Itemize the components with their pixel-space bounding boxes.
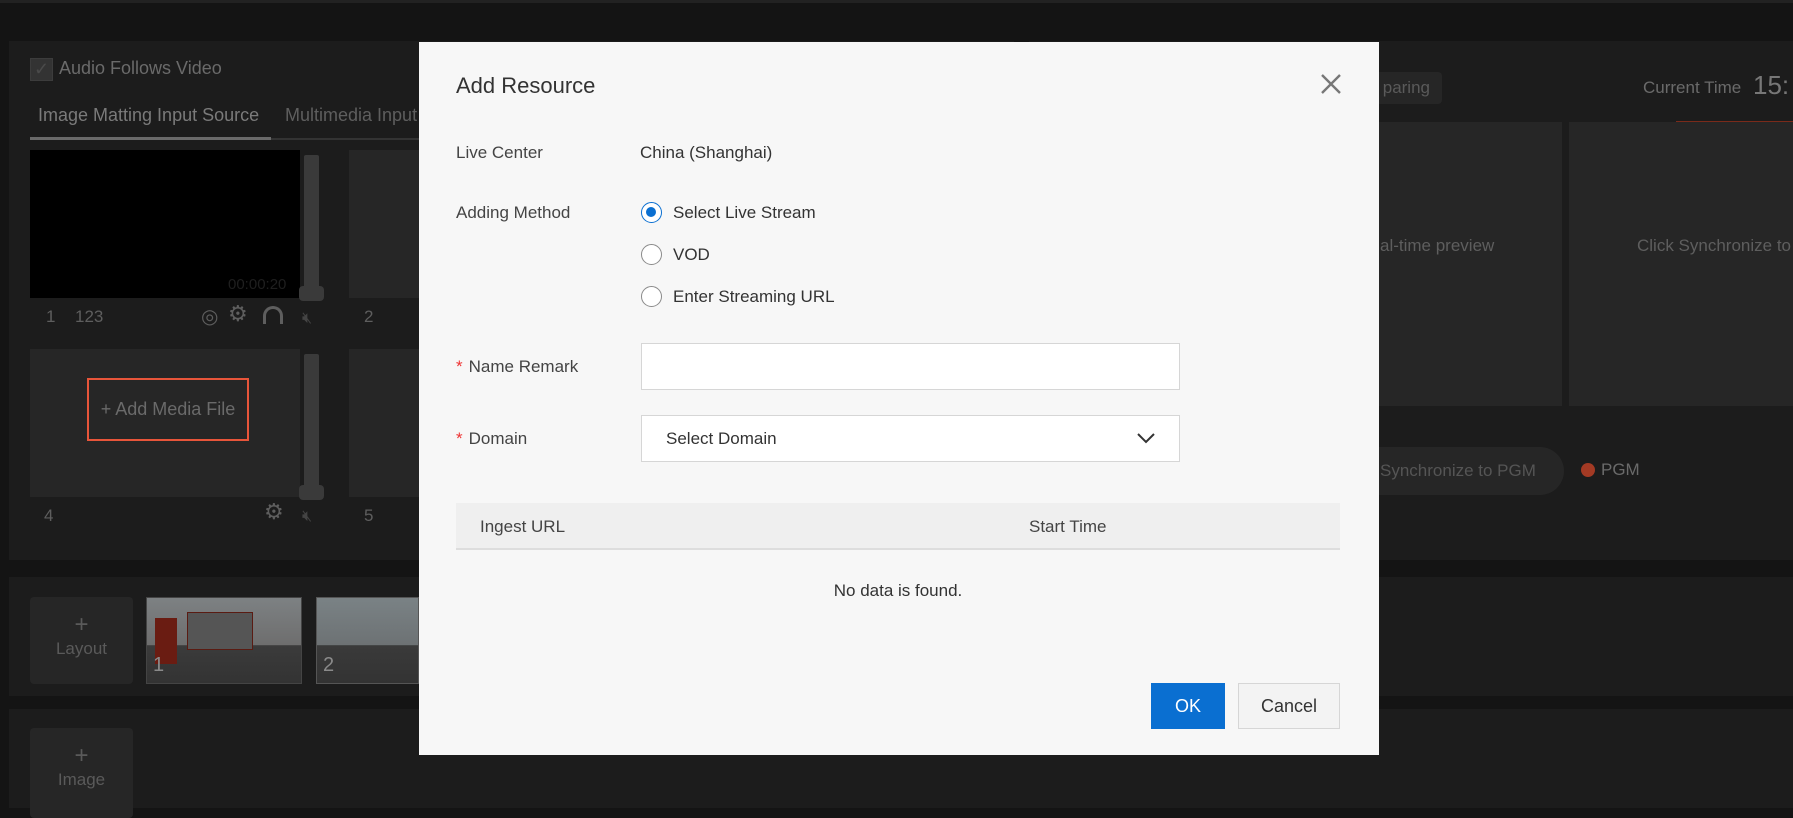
- domain-text: Domain: [468, 429, 528, 448]
- layout-thumbnail-1-label: 1: [153, 654, 165, 676]
- current-time-value: 15:: [1753, 70, 1790, 100]
- headphones-icon[interactable]: [263, 306, 283, 324]
- active-tab-indicator: [30, 137, 271, 140]
- add-layout-label: Layout: [55, 639, 108, 658]
- thumbnail-screen: [187, 612, 253, 650]
- live-center-value: China (Shanghai): [640, 143, 773, 162]
- radio-vod[interactable]: [641, 244, 662, 265]
- domain-placeholder: Select Domain: [666, 429, 777, 448]
- tile-5[interactable]: [349, 349, 429, 497]
- gear-icon[interactable]: ⚙: [264, 499, 284, 525]
- add-media-file-button[interactable]: + Add Media File: [87, 378, 249, 441]
- radio-enter-streaming-url-label[interactable]: Enter Streaming URL: [673, 287, 835, 307]
- radio-vod-label[interactable]: VOD: [673, 245, 710, 265]
- column-ingest-url: Ingest URL: [480, 517, 566, 536]
- pgm-hint: Click Synchronize to: [1637, 236, 1792, 255]
- cancel-button[interactable]: Cancel: [1238, 683, 1340, 729]
- required-mark: *: [456, 429, 463, 448]
- tile-5-index: 5: [364, 506, 374, 525]
- tab-multimedia-input[interactable]: Multimedia Input: [285, 105, 417, 126]
- domain-label: * Domain: [456, 429, 527, 449]
- preview-hint: al-time preview: [1380, 236, 1495, 255]
- pgm-status-dot: [1581, 463, 1595, 477]
- tile-4-index: 4: [44, 506, 54, 525]
- radio-select-live-stream[interactable]: [641, 202, 662, 223]
- ingest-table-header: Ingest URL Start Time: [456, 503, 1340, 550]
- required-mark: *: [456, 357, 463, 376]
- domain-select[interactable]: Select Domain: [641, 415, 1180, 462]
- pgm-tile: [1569, 122, 1793, 406]
- radio-enter-streaming-url[interactable]: [641, 286, 662, 307]
- synchronize-to-pgm-button[interactable]: Synchronize to PGM: [1360, 447, 1564, 495]
- audio-follows-video-label: Audio Follows Video: [59, 58, 222, 78]
- gear-icon[interactable]: ⚙: [228, 301, 248, 327]
- close-icon[interactable]: [1317, 70, 1345, 98]
- column-start-time: Start Time: [1029, 517, 1107, 536]
- layout-thumbnail-2[interactable]: 2: [316, 597, 419, 684]
- live-center-label: Live Center: [456, 143, 543, 162]
- add-image-button[interactable]: + Image: [30, 728, 133, 818]
- tile-2-index: 2: [364, 307, 374, 326]
- tab-image-matting-input-source[interactable]: Image Matting Input Source: [38, 105, 259, 126]
- matting-icon[interactable]: ◎: [201, 304, 218, 329]
- tile-1-volume-slider[interactable]: [304, 155, 319, 300]
- tile-1-index: 1: [46, 307, 56, 326]
- radio-select-live-stream-label[interactable]: Select Live Stream: [673, 203, 816, 223]
- tile-1-name: 123: [75, 307, 104, 326]
- add-layout-button[interactable]: + Layout: [30, 597, 133, 684]
- chevron-down-icon: [1137, 433, 1155, 444]
- ok-button[interactable]: OK: [1151, 683, 1225, 729]
- name-remark-text: Name Remark: [468, 357, 579, 376]
- table-empty-text: No data is found.: [833, 581, 963, 600]
- plus-icon: +: [74, 742, 89, 769]
- preview-tile: [1370, 122, 1562, 406]
- plus-icon: +: [74, 611, 89, 638]
- name-remark-input[interactable]: [641, 343, 1180, 390]
- add-resource-dialog: Add Resource Live Center China (Shanghai…: [419, 42, 1379, 755]
- audio-follows-video-checkbox[interactable]: ✓: [30, 58, 53, 81]
- preparing-button[interactable]: paring: [1370, 72, 1442, 104]
- top-edge: [0, 0, 1793, 3]
- mute-icon[interactable]: 🔇︎: [302, 310, 312, 328]
- tile-2[interactable]: [349, 150, 429, 298]
- add-image-label: Image: [57, 770, 106, 789]
- current-time-label: Current Time: [1643, 78, 1742, 97]
- tile-4-volume-handle[interactable]: [299, 485, 324, 500]
- tile-1-volume-handle[interactable]: [299, 286, 324, 301]
- layout-thumbnail-1[interactable]: 1: [146, 597, 302, 684]
- tile-4-volume-slider[interactable]: [304, 354, 319, 499]
- layout-thumbnail-2-label: 2: [323, 654, 335, 676]
- adding-method-label: Adding Method: [456, 203, 571, 222]
- tile-1-timecode: 00:00:20: [228, 276, 287, 293]
- name-remark-label: * Name Remark: [456, 357, 578, 377]
- mute-icon[interactable]: 🔇︎: [302, 508, 312, 526]
- dialog-title: Add Resource: [456, 73, 596, 98]
- pgm-label: PGM: [1601, 460, 1640, 479]
